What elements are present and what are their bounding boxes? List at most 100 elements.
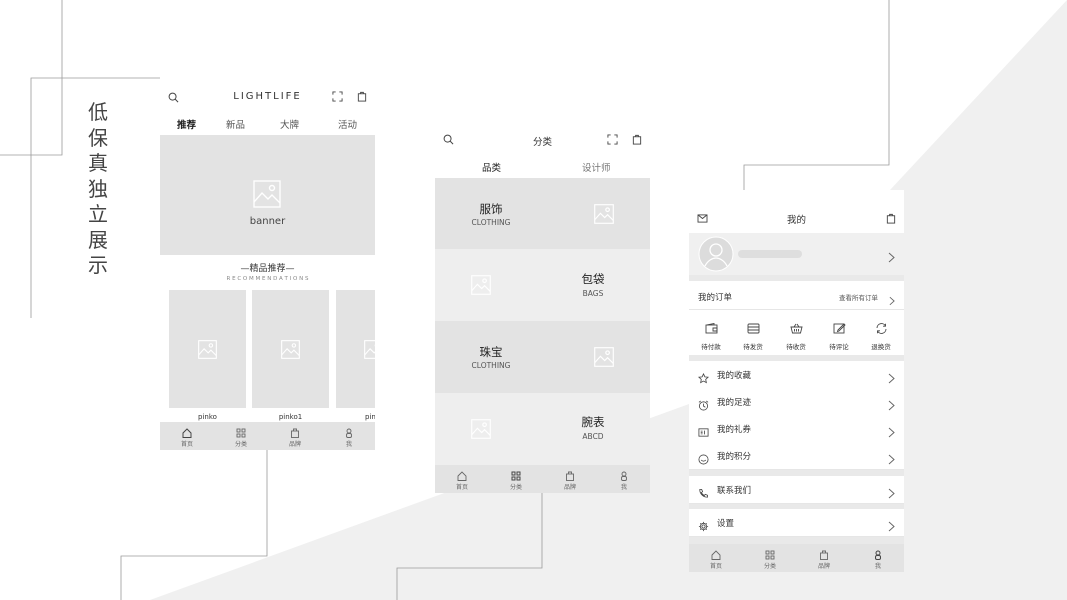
tab-bar-label: 我 bbox=[345, 441, 352, 448]
category-name: 服饰 bbox=[479, 202, 503, 216]
bag-icon[interactable] bbox=[632, 134, 642, 145]
category-item-watches[interactable]: 腕表 ABCD bbox=[435, 393, 650, 465]
user-icon bbox=[619, 471, 629, 481]
order-status-label: 待发货 bbox=[743, 343, 763, 351]
avatar bbox=[698, 236, 734, 276]
home-icon bbox=[457, 471, 467, 481]
chevron-right-icon bbox=[888, 423, 895, 438]
tab-bar-label: 首页 bbox=[709, 563, 722, 570]
menu-label: 联系我们 bbox=[717, 486, 752, 496]
home-screen: LIGHTLIFE 推荐 新品 大牌 活动 banner —精品推荐— R E … bbox=[160, 84, 375, 450]
chevron-right-icon bbox=[888, 517, 895, 532]
chevron-right-icon bbox=[889, 291, 895, 310]
order-return-exchange[interactable]: 退换货 bbox=[867, 319, 895, 351]
tab-bar-category[interactable]: 分类 bbox=[214, 422, 268, 448]
orders-label: 我的订单 bbox=[698, 293, 733, 303]
star-icon bbox=[697, 369, 710, 384]
user-icon bbox=[344, 428, 354, 438]
tab-bar-brand[interactable]: 品牌 bbox=[797, 544, 851, 570]
banner-label: banner bbox=[249, 216, 286, 227]
image-placeholder-icon bbox=[594, 204, 614, 228]
product-card[interactable] bbox=[336, 290, 375, 408]
tab-bar-label: 分类 bbox=[234, 441, 247, 448]
tab-bar-brand[interactable]: 品牌 bbox=[543, 465, 597, 491]
tab-bar: 首页 分类 品牌 我 bbox=[160, 422, 375, 450]
home-icon bbox=[182, 428, 192, 438]
tab-designer[interactable]: 设计师 bbox=[582, 160, 611, 174]
bag-icon[interactable] bbox=[357, 91, 367, 102]
menu-history[interactable]: 我的足迹 bbox=[689, 388, 904, 416]
image-placeholder-icon bbox=[253, 180, 281, 208]
tab-bar-category[interactable]: 分类 bbox=[489, 465, 543, 491]
divider bbox=[689, 309, 904, 310]
clock-icon bbox=[698, 396, 709, 411]
order-status-label: 待评论 bbox=[829, 343, 849, 351]
tab-events[interactable]: 活动 bbox=[338, 117, 357, 131]
order-status-label: 待收货 bbox=[786, 343, 806, 351]
tab-bar-label: 分类 bbox=[763, 563, 776, 570]
tab-bar-home[interactable]: 首页 bbox=[435, 465, 489, 491]
grid-icon bbox=[236, 428, 246, 438]
order-pending-receipt[interactable]: 待收货 bbox=[782, 319, 810, 351]
category-sub: CLOTHING bbox=[471, 218, 511, 227]
scan-icon[interactable] bbox=[607, 134, 618, 145]
category-sub: BAGS bbox=[582, 289, 604, 298]
tab-bar-me[interactable]: 我 bbox=[851, 544, 904, 570]
chevron-right-icon bbox=[888, 248, 895, 267]
menu-points[interactable]: 我的积分 bbox=[689, 442, 904, 470]
tab-bar-me[interactable]: 我 bbox=[597, 465, 650, 491]
tab-bar-me[interactable]: 我 bbox=[322, 422, 375, 448]
basket-icon bbox=[789, 319, 803, 338]
scan-icon[interactable] bbox=[332, 91, 343, 102]
tab-bar-label: 首页 bbox=[455, 484, 468, 491]
order-pending-review[interactable]: 待评论 bbox=[825, 319, 853, 351]
chevron-right-icon bbox=[888, 484, 895, 499]
order-pending-shipment[interactable]: 待发货 bbox=[739, 319, 767, 351]
tab-bar: 首页 分类 品牌 我 bbox=[435, 465, 650, 493]
title-char: 立 bbox=[88, 202, 108, 226]
menu-label: 我的积分 bbox=[717, 452, 752, 462]
tab-bar-home[interactable]: 首页 bbox=[689, 544, 743, 570]
tab-bar-label: 品牌 bbox=[563, 484, 576, 491]
title-char: 展 bbox=[88, 227, 108, 252]
tab-bar-label: 分类 bbox=[509, 484, 522, 491]
product-card[interactable] bbox=[169, 290, 246, 408]
image-placeholder-icon bbox=[471, 275, 491, 299]
menu-settings[interactable]: 设置 bbox=[689, 509, 904, 537]
menu-coupons[interactable]: 我的礼券 bbox=[689, 415, 904, 443]
menu-favorites[interactable]: 我的收藏 bbox=[689, 361, 904, 389]
product-name: pinko bbox=[198, 413, 217, 421]
tab-category[interactable]: 品类 bbox=[482, 160, 501, 174]
tab-bar-label: 品牌 bbox=[817, 563, 830, 570]
menu-label: 设置 bbox=[717, 519, 735, 529]
tab-brands[interactable]: 大牌 bbox=[280, 117, 299, 131]
banner[interactable]: banner bbox=[160, 135, 375, 255]
menu-contact[interactable]: 联系我们 bbox=[689, 476, 904, 504]
order-pending-payment[interactable]: 待付款 bbox=[697, 319, 725, 351]
title-char: 低 bbox=[88, 100, 108, 124]
user-card[interactable] bbox=[689, 233, 904, 275]
tab-new[interactable]: 新品 bbox=[226, 117, 245, 131]
bag-icon bbox=[290, 428, 300, 438]
view-all-orders-link[interactable]: 查看所有订单 bbox=[839, 292, 878, 302]
product-name: pin bbox=[365, 413, 375, 421]
tab-bar-category[interactable]: 分类 bbox=[743, 544, 797, 570]
category-item-bags[interactable]: 包袋 BAGS bbox=[435, 249, 650, 321]
bag-icon bbox=[819, 550, 829, 560]
chevron-right-icon bbox=[888, 450, 895, 465]
category-item-clothing[interactable]: 服饰 CLOTHING bbox=[435, 178, 650, 249]
edit-icon bbox=[833, 319, 846, 338]
profile-screen: 我的 我的订单 查看所有订单 待付款 待发货 待收货 待评论 退换货 我的收藏 … bbox=[689, 190, 904, 572]
product-card[interactable] bbox=[252, 290, 329, 408]
tab-bar-brand[interactable]: 品牌 bbox=[268, 422, 322, 448]
image-placeholder-icon bbox=[471, 419, 491, 443]
tab-bar: 首页 分类 品牌 我 bbox=[689, 544, 904, 572]
category-item-jewelry[interactable]: 珠宝 CLOTHING bbox=[435, 321, 650, 393]
gear-icon bbox=[698, 517, 709, 532]
title-char: 示 bbox=[88, 253, 108, 277]
smile-icon bbox=[698, 450, 709, 465]
bag-icon[interactable] bbox=[886, 213, 896, 224]
tab-bar-home[interactable]: 首页 bbox=[160, 422, 214, 448]
tab-recommend[interactable]: 推荐 bbox=[177, 117, 196, 131]
menu-label: 我的礼券 bbox=[717, 425, 752, 435]
